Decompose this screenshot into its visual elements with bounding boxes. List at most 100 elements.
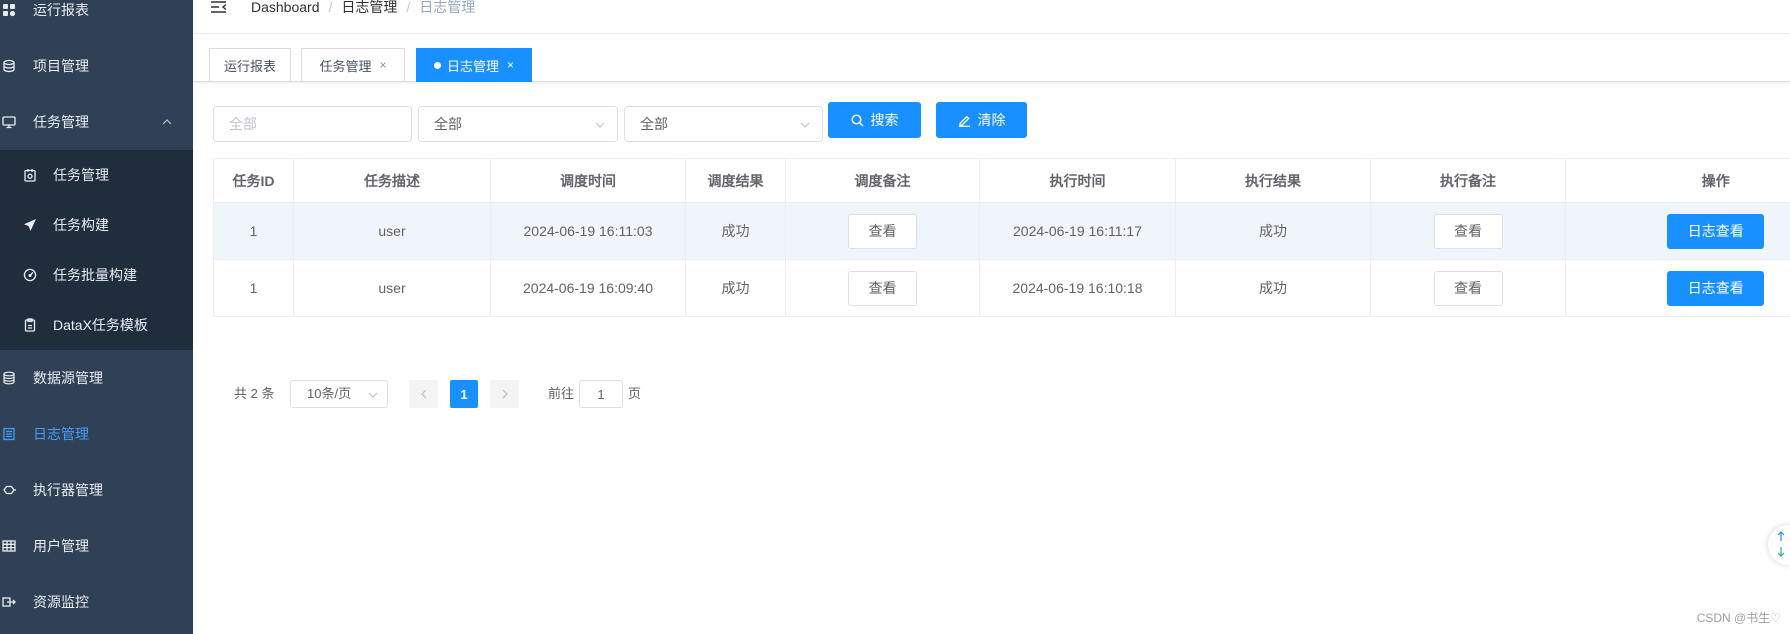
sidebar-subitem-task-manage[interactable]: 任务管理 [0,150,193,200]
chevron-down-icon [595,122,605,128]
keyword-input[interactable] [213,106,412,142]
column-header-exec-result: 执行结果 [1175,158,1371,203]
hamburger-icon[interactable] [211,1,226,13]
cell-schedule-note: 查看 [785,259,980,317]
sidebar-menu: 运行报表 项目管理 任务管理 任务管理 任务构建 任务批量构建 DataX任务模… [0,0,193,630]
tag-close-icon[interactable]: × [380,58,387,72]
search-button[interactable]: 搜索 [828,102,921,138]
breadcrumb-separator: / [328,0,333,15]
scroll-down-icon [1777,546,1785,557]
sidebar-item-task-group[interactable]: 任务管理 [0,94,193,150]
sidebar-item-label: 任务管理 [33,114,89,130]
column-header-actions: 操作 [1565,158,1790,203]
column-header-task-id: 任务ID [213,158,294,203]
cell-actions: 日志查看 [1565,202,1790,260]
gauge-icon [23,268,37,282]
send-icon [23,218,37,232]
sidebar-item-label: 执行器管理 [33,482,103,498]
executor-icon [2,483,16,497]
sidebar-subitem-task-build[interactable]: 任务构建 [0,200,193,250]
table-row[interactable]: 1 user 2024-06-19 16:09:40 成功 查看 2024-06… [213,259,1790,317]
cell-exec-result: 成功 [1175,259,1371,317]
search-button-label: 搜索 [870,112,899,128]
log-icon [2,427,16,441]
cell-schedule-result: 成功 [685,202,786,260]
sidebar-submenu-task: 任务管理 任务构建 任务批量构建 DataX任务模板 [0,150,193,350]
next-page-button[interactable] [490,380,519,408]
view-schedule-note-button[interactable]: 查看 [848,213,917,249]
view-log-button[interactable]: 日志查看 [1667,213,1765,249]
tag-label: 日志管理 [446,58,499,74]
tag-close-icon[interactable]: × [507,58,514,72]
column-header-exec-time: 执行时间 [979,158,1176,203]
cell-schedule-note: 查看 [785,202,980,260]
filter-select-2[interactable]: 全部 [624,106,823,142]
scroll-up-icon [1777,531,1785,542]
cell-exec-note: 查看 [1370,202,1566,260]
sidebar-item-label: 资源监控 [33,594,89,610]
select-value: 全部 [640,116,668,132]
goto-page-input[interactable] [579,380,623,408]
clear-button[interactable]: 清除 [936,102,1027,138]
page-size-select[interactable]: 10条/页 [290,380,388,408]
view-schedule-note-button[interactable]: 查看 [848,270,917,306]
tag-task-manage[interactable]: 任务管理 × [301,48,405,82]
sidebar-subitem-task-batch-build[interactable]: 任务批量构建 [0,250,193,300]
clipboard-icon [23,318,37,332]
monitor-icon [2,115,16,129]
view-exec-note-button[interactable]: 查看 [1433,270,1503,306]
tag-label: 任务管理 [319,58,372,74]
sidebar-item-user[interactable]: 用户管理 [0,518,193,574]
sidebar-subitem-datax-template[interactable]: DataX任务模板 [0,300,193,350]
sidebar-item-resource[interactable]: 资源监控 [0,574,193,630]
goto-suffix: 页 [628,386,642,401]
column-header-schedule-time: 调度时间 [490,158,686,203]
cell-exec-note: 查看 [1370,259,1566,317]
scroll-float-button[interactable] [1768,525,1790,565]
watermark: CSDN @书生♡ [1696,611,1781,625]
sidebar-item-label: 项目管理 [33,58,89,74]
cell-schedule-time: 2024-06-19 16:11:03 [490,202,686,260]
chevron-left-icon [420,389,426,399]
cell-exec-result: 成功 [1175,202,1371,260]
sidebar-item-executor[interactable]: 执行器管理 [0,462,193,518]
sidebar-item-project[interactable]: 项目管理 [0,38,193,94]
page-size-value: 10条/页 [307,386,352,401]
goto-label: 前往 [548,386,575,401]
chevron-up-icon [162,119,172,125]
user-grid-icon [2,539,16,553]
sidebar-item-run-report[interactable]: 运行报表 [0,0,193,38]
table-row[interactable]: 1 user 2024-06-19 16:11:03 成功 查看 2024-06… [213,202,1790,260]
cell-schedule-result: 成功 [685,259,786,317]
sidebar-item-label: 用户管理 [33,538,89,554]
cell-exec-time: 2024-06-19 16:10:18 [979,259,1176,317]
breadcrumb-item-dashboard[interactable]: Dashboard [251,0,320,15]
chevron-right-icon [502,389,508,399]
cell-actions: 日志查看 [1565,259,1790,317]
edit-icon [958,114,971,127]
pagination: 共 2 条 10条/页 1 前往 页 [0,380,660,408]
view-exec-note-button[interactable]: 查看 [1433,213,1503,249]
tag-log-manage[interactable]: 日志管理 × [416,48,532,82]
chevron-down-icon [800,122,810,128]
page-number-button[interactable]: 1 [450,380,478,408]
log-table: 任务ID 任务描述 调度时间 调度结果 调度备注 执行时间 执行结果 执行备注 … [213,158,1790,318]
chart-icon [2,3,16,17]
search-icon [850,113,864,127]
prev-page-button[interactable] [409,380,438,408]
sidebar-item-log[interactable]: 日志管理 [0,406,193,462]
view-log-button[interactable]: 日志查看 [1667,270,1765,306]
breadcrumb-item-log-parent[interactable]: 日志管理 [341,0,397,15]
sidebar-item-label: DataX任务模板 [53,317,148,333]
breadcrumb: Dashboard / 日志管理 / 日志管理 [251,0,475,14]
sidebar-item-label: 任务构建 [53,217,109,233]
chevron-down-icon [368,392,378,398]
project-icon [2,59,16,73]
pagination-total: 共 2 条 [234,386,275,401]
tag-run-report[interactable]: 运行报表 [209,48,291,82]
column-header-schedule-result: 调度结果 [685,158,786,203]
sidebar-item-label: 任务批量构建 [53,267,137,283]
filter-select-1[interactable]: 全部 [418,106,618,142]
tags-view: 运行报表 任务管理 × 日志管理 × [193,34,1790,82]
column-header-schedule-note: 调度备注 [785,158,980,203]
